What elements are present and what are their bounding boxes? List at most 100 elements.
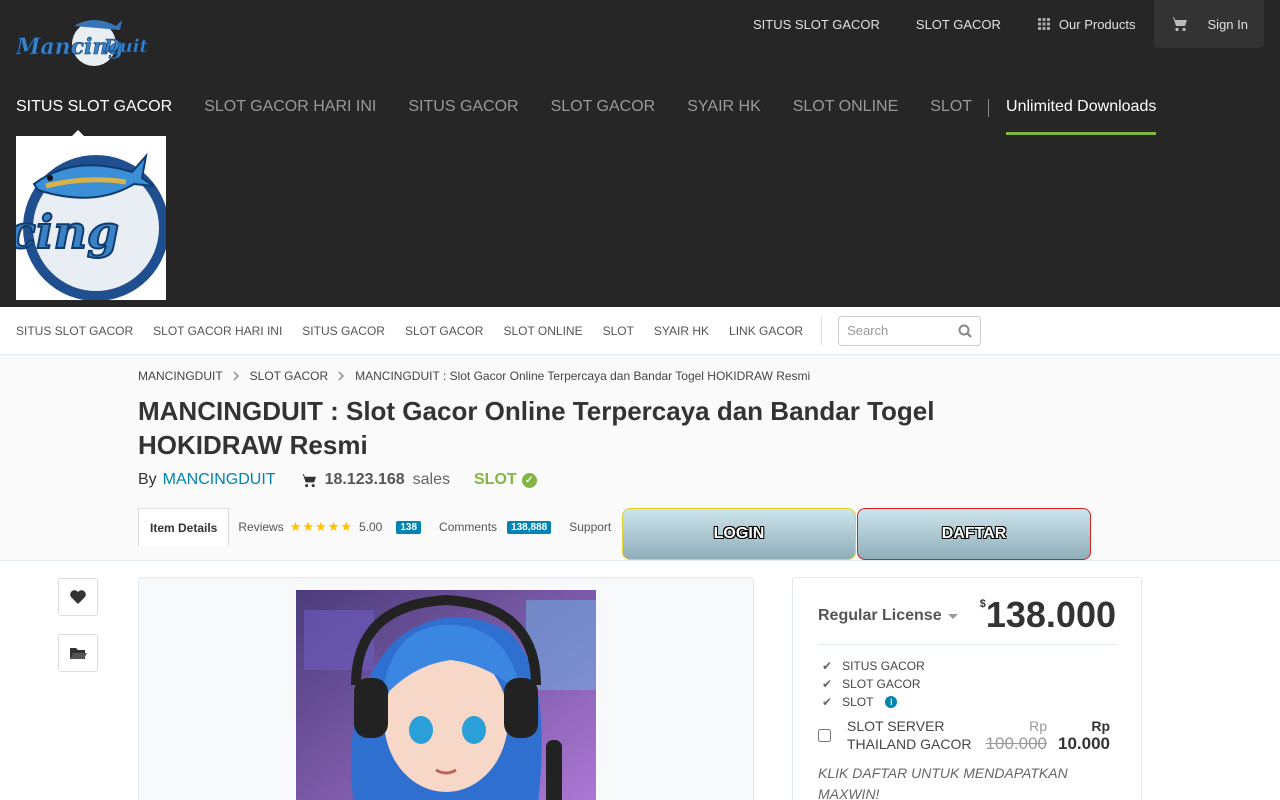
license-features: ✔ SITUS GACOR ✔ SLOT GACOR ✔ SLOT i bbox=[818, 657, 1116, 711]
category-tag[interactable]: SLOT ✓ bbox=[474, 471, 537, 489]
subnav-link-gacor[interactable]: LINK GACOR bbox=[729, 324, 803, 338]
tab-support[interactable]: Support bbox=[560, 508, 620, 546]
license-selector[interactable]: Regular License bbox=[818, 607, 958, 625]
our-products-menu[interactable]: Our Products bbox=[1019, 0, 1154, 48]
login-button[interactable]: LOGIN bbox=[622, 508, 856, 560]
addon-old-amount: 100.000 bbox=[985, 734, 1047, 753]
sales-info: 18.123.168 sales bbox=[299, 471, 450, 489]
feature-label: SITUS GACOR bbox=[842, 659, 925, 673]
grid-icon bbox=[1037, 18, 1050, 30]
addon-checkbox[interactable] bbox=[818, 728, 831, 742]
feature-label: SLOT bbox=[842, 695, 874, 709]
feature-label: SLOT GACOR bbox=[842, 677, 921, 691]
svg-text:cing: cing bbox=[16, 205, 119, 259]
license-price: $ 138.000 bbox=[980, 595, 1116, 635]
main-nav-slot-online[interactable]: SLOT ONLINE bbox=[777, 88, 915, 135]
addon-label: SLOT SERVER THAILAND GACOR bbox=[847, 718, 972, 752]
breadcrumb: MANCINGDUIT SLOT GACOR MANCINGDUIT : Slo… bbox=[138, 369, 810, 383]
addon-new-currency: Rp bbox=[1091, 718, 1110, 734]
caret-down-icon bbox=[947, 613, 958, 624]
license-header: Regular License $ 138.000 bbox=[818, 578, 1116, 645]
subnav-slot[interactable]: SLOT bbox=[603, 324, 634, 338]
page-title: MANCINGDUIT : Slot Gacor Online Terperca… bbox=[138, 396, 935, 460]
tab-reviews[interactable]: Reviews ★★★★★ 5.00 138 bbox=[229, 508, 430, 546]
tab-label: Item Details bbox=[150, 520, 218, 535]
rating-value: 5.00 bbox=[359, 520, 383, 534]
breadcrumb-current[interactable]: MANCINGDUIT : Slot Gacor Online Terperca… bbox=[355, 369, 810, 383]
svg-text:Duit: Duit bbox=[103, 36, 149, 57]
license-name: Regular License bbox=[818, 607, 942, 624]
subnav-slot-online[interactable]: SLOT ONLINE bbox=[503, 324, 582, 338]
sign-in-label: Sign In bbox=[1207, 16, 1248, 32]
anime-character-image bbox=[296, 590, 596, 800]
favorite-button[interactable] bbox=[58, 578, 98, 616]
subnav-slot-gacor-hari-ini[interactable]: SLOT GACOR HARI INI bbox=[153, 324, 282, 338]
folder-icon bbox=[70, 648, 87, 659]
dropdown-logo-image[interactable]: cing bbox=[16, 136, 166, 300]
price-amount: 138.000 bbox=[985, 594, 1116, 635]
top-link-label: SLOT GACOR bbox=[915, 16, 1001, 32]
addon-option: SLOT SERVER THAILAND GACOR Rp 100.000 Rp… bbox=[818, 717, 1116, 753]
check-icon: ✔ bbox=[822, 677, 833, 691]
daftar-button[interactable]: DAFTAR bbox=[857, 508, 1091, 560]
add-to-collection-button[interactable] bbox=[58, 634, 98, 672]
addon-old-currency: Rp bbox=[1029, 718, 1047, 734]
search-icon[interactable] bbox=[958, 324, 972, 338]
category-tag-label: SLOT bbox=[474, 471, 517, 488]
top-link-slot-gacor[interactable]: SLOT GACOR bbox=[898, 0, 1019, 48]
feature-item: ✔ SLOT i bbox=[818, 693, 1116, 711]
check-icon: ✔ bbox=[822, 659, 833, 673]
tab-label: Reviews bbox=[238, 520, 284, 534]
by-label: By bbox=[138, 471, 157, 488]
sales-label: sales bbox=[412, 471, 450, 488]
breadcrumb-home[interactable]: MANCINGDUIT bbox=[138, 369, 223, 383]
feature-item: ✔ SLOT GACOR bbox=[818, 675, 1116, 693]
verified-check-icon: ✓ bbox=[521, 472, 537, 488]
site-logo[interactable]: Mancing Duit bbox=[16, 14, 158, 70]
secondary-nav: SITUS SLOT GACOR SLOT GACOR HARI INI SIT… bbox=[0, 307, 1280, 355]
our-products-label: Our Products bbox=[1058, 16, 1136, 32]
subnav-syair-hk[interactable]: SYAIR HK bbox=[654, 324, 709, 338]
main-nav-slot-gacor[interactable]: SLOT GACOR bbox=[535, 88, 672, 135]
site-header: Mancing Duit SITUS SLOT GACOR SLOT GACOR… bbox=[0, 0, 1280, 307]
tab-comments[interactable]: Comments 138,888 bbox=[430, 508, 560, 546]
top-link-label: SITUS SLOT GACOR bbox=[753, 16, 880, 32]
subnav-situs-slot-gacor[interactable]: SITUS SLOT GACOR bbox=[16, 324, 133, 338]
cart-icon bbox=[1169, 17, 1187, 32]
top-link-situs-slot-gacor[interactable]: SITUS SLOT GACOR bbox=[735, 0, 898, 48]
subnav-slot-gacor[interactable]: SLOT GACOR bbox=[405, 324, 483, 338]
info-icon[interactable]: i bbox=[885, 696, 898, 708]
feature-item: ✔ SITUS GACOR bbox=[818, 657, 1116, 675]
chevron-right-icon bbox=[233, 371, 239, 381]
subnav-divider bbox=[821, 316, 823, 345]
sign-in-button[interactable]: Sign In bbox=[1153, 0, 1264, 48]
chevron-right-icon bbox=[338, 371, 345, 381]
main-nav-situs-slot-gacor[interactable]: SITUS SLOT GACOR bbox=[0, 88, 188, 136]
tab-label: Support bbox=[569, 520, 612, 534]
main-nav-syair-hk[interactable]: SYAIR HK bbox=[671, 88, 777, 135]
main-nav-situs-gacor[interactable]: SITUS GACOR bbox=[392, 88, 534, 135]
reviews-count-badge: 138 bbox=[396, 520, 422, 534]
breadcrumb-category[interactable]: SLOT GACOR bbox=[250, 369, 328, 383]
star-rating-icon: ★★★★★ bbox=[289, 519, 353, 534]
fish-logo-icon: cing bbox=[16, 136, 166, 300]
main-nav-slot-gacor-hari-ini[interactable]: SLOT GACOR HARI INI bbox=[188, 88, 392, 135]
preview-image[interactable] bbox=[296, 590, 596, 800]
unlimited-downloads-link[interactable]: Unlimited Downloads bbox=[1006, 88, 1157, 135]
item-preview bbox=[138, 577, 754, 800]
search-placeholder: Search bbox=[847, 323, 889, 338]
tab-item-details[interactable]: Item Details bbox=[138, 508, 230, 546]
tab-label: Comments bbox=[439, 520, 498, 534]
author-link[interactable]: MANCINGDUIT bbox=[163, 471, 276, 489]
search-input[interactable]: Search bbox=[838, 315, 982, 346]
addon-new-price: Rp 10.000 bbox=[1047, 717, 1110, 753]
main-nav: SITUS SLOT GACOR SLOT GACOR HARI INI SIT… bbox=[0, 88, 1157, 136]
subnav-situs-gacor[interactable]: SITUS GACOR bbox=[302, 324, 385, 338]
sales-count: 18.123.168 bbox=[324, 471, 405, 488]
item-byline: By MANCINGDUIT 18.123.168 sales SLOT ✓ bbox=[138, 471, 537, 489]
main-nav-slot[interactable]: SLOT bbox=[914, 88, 988, 135]
item-tabs: Item Details Reviews ★★★★★ 5.00 138 Comm… bbox=[138, 508, 620, 560]
nav-divider bbox=[988, 99, 990, 117]
addon-new-amount: 10.000 bbox=[1058, 734, 1110, 753]
check-icon: ✔ bbox=[822, 695, 833, 709]
